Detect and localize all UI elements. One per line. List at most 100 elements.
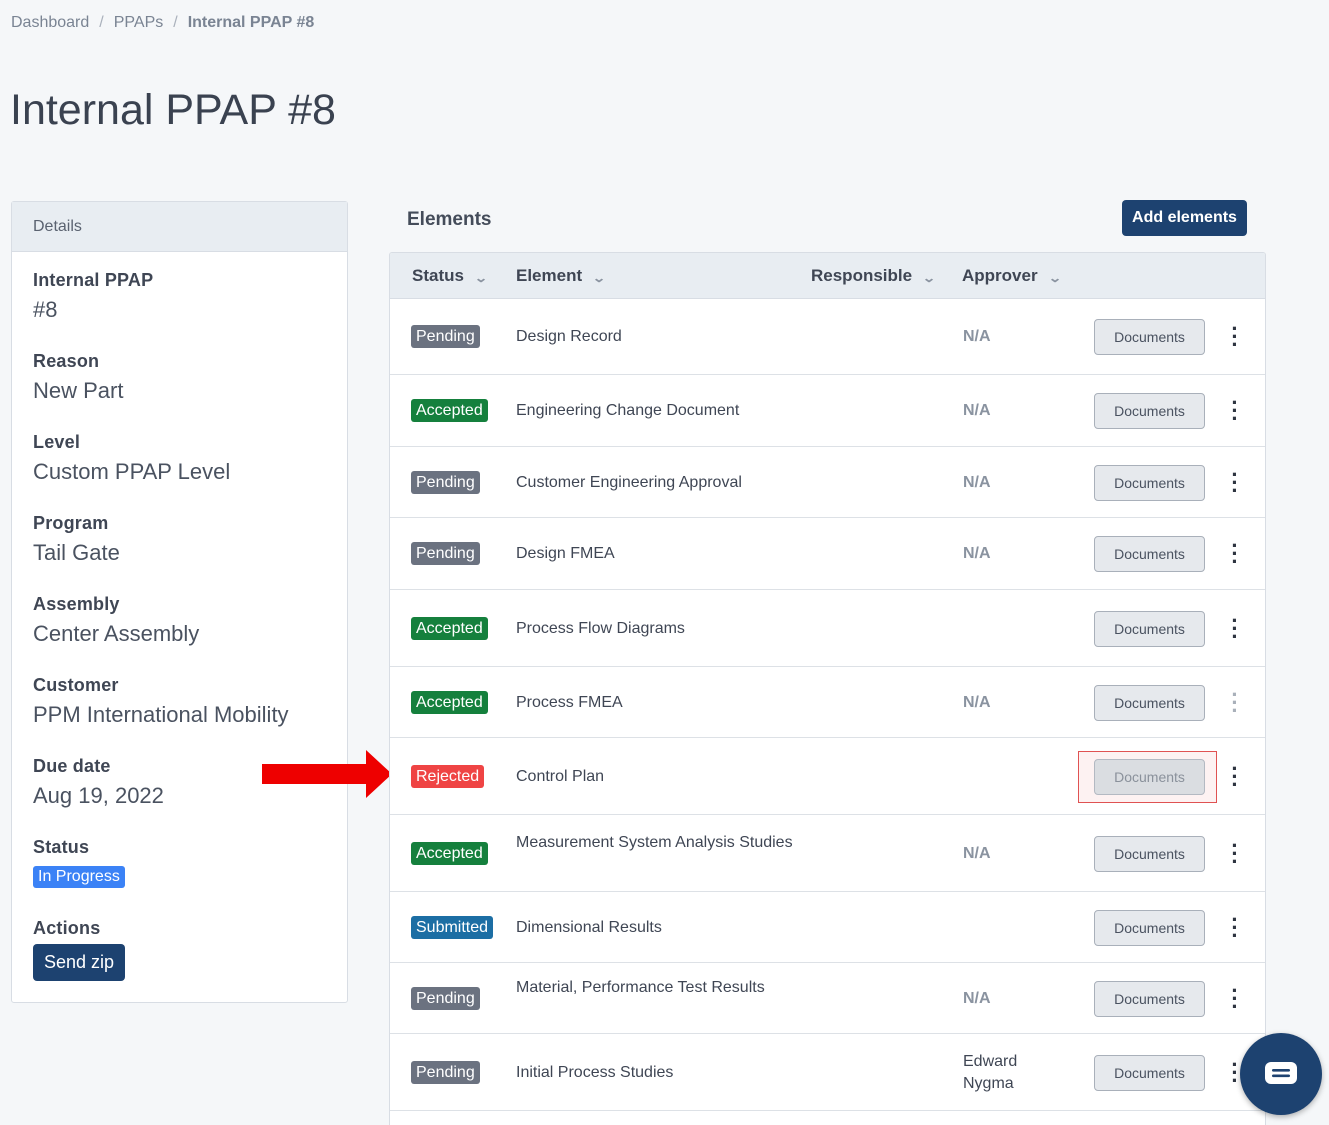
- chevron-down-icon: ⌄: [922, 271, 937, 285]
- kebab-menu-icon[interactable]: · · ·: [1228, 609, 1242, 647]
- kebab-menu-icon[interactable]: · · ·: [1228, 683, 1242, 721]
- kebab-menu-icon[interactable]: · · ·: [1228, 463, 1242, 501]
- details-body: Internal PPAP #8 Reason New Part Level C…: [12, 252, 347, 1017]
- table-row: Rejected Control Plan Documents · · ·: [390, 738, 1265, 815]
- documents-button[interactable]: Documents: [1094, 980, 1205, 1017]
- approver-value: N/A: [963, 473, 991, 491]
- field-program: Program Tail Gate: [33, 513, 326, 594]
- send-zip-button[interactable]: Send zip: [33, 944, 126, 981]
- field-label: Status: [33, 837, 90, 857]
- element-name[interactable]: Process Flow Diagrams: [516, 618, 796, 640]
- element-name[interactable]: Material, Performance Test Results: [516, 977, 796, 999]
- element-name[interactable]: Design Record: [516, 326, 796, 348]
- field-label: Reason: [33, 351, 100, 371]
- documents-button[interactable]: Documents: [1094, 1054, 1205, 1091]
- details-card: Details Internal PPAP #8 Reason New Part…: [11, 201, 348, 1003]
- table-row: Accepted Measurement System Analysis Stud…: [390, 815, 1265, 892]
- field-internal-ppap: Internal PPAP #8: [33, 270, 326, 351]
- approver-value: Edward Nygma: [963, 1052, 1018, 1092]
- element-name[interactable]: Initial Process Studies: [516, 1062, 796, 1084]
- field-status: Status In Progress: [33, 837, 326, 918]
- field-actions: Actions Send zip: [33, 918, 326, 999]
- status-badge: Rejected: [411, 764, 485, 788]
- table-row: Accepted Engineering Change Document N/A Do…: [390, 375, 1265, 447]
- table-row: Pending Design FMEA N/A Documents · · ·: [390, 518, 1265, 590]
- documents-button[interactable]: Documents: [1094, 393, 1205, 429]
- column-approver[interactable]: Approver ⌄: [962, 266, 1062, 286]
- status-badge: Accepted: [411, 399, 488, 422]
- approver-value: N/A: [963, 693, 991, 711]
- kebab-menu-icon[interactable]: · · ·: [1228, 908, 1242, 946]
- status-badge: Pending: [411, 986, 480, 1010]
- element-name[interactable]: Control Plan: [516, 766, 796, 788]
- kebab-menu-icon[interactable]: · · ·: [1228, 834, 1242, 872]
- field-value: Tail Gate: [33, 540, 120, 565]
- kebab-menu-icon[interactable]: · · ·: [1228, 757, 1242, 795]
- column-label: Status: [412, 266, 464, 285]
- table-row: Accepted Process FMEA N/A Documents · · ·: [390, 667, 1265, 738]
- element-name[interactable]: Process FMEA: [516, 692, 796, 714]
- status-badge: Accepted: [411, 841, 488, 865]
- column-label: Responsible: [811, 266, 913, 285]
- documents-button[interactable]: Documents: [1094, 909, 1205, 946]
- table-header: Status ⌄ Element ⌄ Responsible ⌄ Approve…: [390, 253, 1265, 299]
- chevron-down-icon: ⌄: [1047, 271, 1062, 285]
- status-badge: Pending: [411, 542, 480, 565]
- table-row: Pending Initial Process Studies Edward Nyg…: [390, 1034, 1265, 1111]
- field-value: PPM International Mobility: [33, 702, 289, 727]
- approver-value: N/A: [963, 989, 991, 1007]
- status-badge: In Progress: [33, 866, 125, 888]
- field-value: New Part: [33, 378, 124, 403]
- field-label: Customer: [33, 675, 119, 695]
- approver-value: N/A: [963, 328, 991, 345]
- table-row: Pending Customer Engineering Approval N/A D…: [390, 447, 1265, 518]
- documents-button[interactable]: Documents: [1094, 684, 1205, 721]
- chat-button[interactable]: [1240, 1033, 1322, 1115]
- field-assembly: Assembly Center Assembly: [33, 594, 326, 675]
- element-name[interactable]: Engineering Change Document: [516, 400, 796, 422]
- table-row: Pending Material, Performance Test Result…: [390, 963, 1265, 1034]
- field-value: Center Assembly: [33, 621, 200, 646]
- column-responsible[interactable]: Responsible ⌄: [811, 266, 937, 286]
- field-value: #8: [33, 297, 58, 322]
- documents-button[interactable]: Documents: [1094, 835, 1205, 872]
- breadcrumb-ppaps[interactable]: PPAPs: [114, 14, 164, 32]
- column-label: Approver: [962, 266, 1038, 285]
- red-arrow-icon: [262, 750, 392, 798]
- table-row: Accepted Process Flow Diagrams Documents · ·…: [390, 590, 1265, 667]
- table-row: Pending Design Record N/A Documents · · ·: [390, 299, 1265, 375]
- breadcrumb: Dashboard / PPAPs / Internal PPAP #8: [11, 14, 314, 32]
- status-badge: Accepted: [411, 690, 488, 714]
- field-level: Level Custom PPAP Level: [33, 432, 326, 513]
- approver-value: N/A: [963, 402, 991, 419]
- documents-button[interactable]: Documents: [1094, 464, 1205, 501]
- element-name[interactable]: Design FMEA: [516, 543, 796, 565]
- status-badge: Pending: [411, 325, 480, 348]
- chevron-down-icon: ⌄: [592, 271, 607, 285]
- column-status[interactable]: Status ⌄: [412, 266, 489, 286]
- documents-button[interactable]: Documents: [1094, 758, 1205, 795]
- kebab-menu-icon[interactable]: · · ·: [1228, 318, 1242, 356]
- kebab-menu-icon[interactable]: · · ·: [1228, 535, 1242, 573]
- status-badge: Submitted: [411, 915, 494, 939]
- status-badge: Pending: [411, 1060, 480, 1084]
- table-row: Submitted Dimensional Results Documents · · ·: [390, 892, 1265, 963]
- element-name[interactable]: Dimensional Results: [516, 917, 796, 939]
- breadcrumb-dashboard[interactable]: Dashboard: [11, 14, 89, 32]
- element-name[interactable]: Customer Engineering Approval: [516, 472, 796, 494]
- page-title: Internal PPAP #8: [10, 86, 336, 134]
- element-name[interactable]: Measurement System Analysis Studies: [516, 832, 796, 854]
- documents-button[interactable]: Documents: [1094, 536, 1205, 572]
- column-element[interactable]: Element ⌄: [516, 266, 607, 286]
- field-customer: Customer PPM International Mobility: [33, 675, 326, 756]
- field-label: Program: [33, 513, 109, 533]
- chevron-down-icon: ⌄: [473, 271, 489, 285]
- elements-table: Status ⌄ Element ⌄ Responsible ⌄ Approve…: [389, 252, 1266, 1125]
- kebab-menu-icon[interactable]: · · ·: [1228, 979, 1242, 1017]
- kebab-menu-icon[interactable]: · · ·: [1228, 392, 1242, 430]
- field-label: Level: [33, 432, 81, 452]
- documents-button[interactable]: Documents: [1094, 610, 1205, 647]
- approver-value: N/A: [963, 545, 991, 562]
- documents-button[interactable]: Documents: [1094, 319, 1205, 355]
- add-elements-button[interactable]: Add elements: [1122, 200, 1247, 236]
